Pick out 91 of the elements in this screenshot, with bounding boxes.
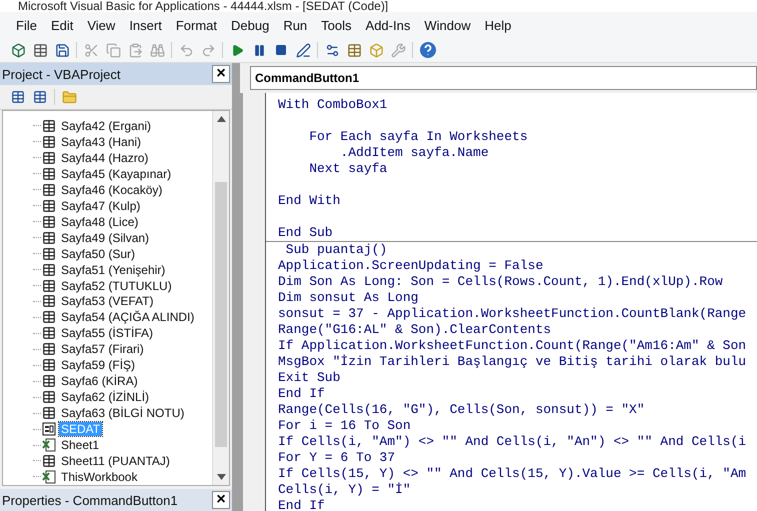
code-line: Range("G16:AL" & Son).ClearContents	[278, 322, 552, 338]
scroll-down-icon[interactable]	[216, 474, 226, 480]
code-line: MsgBox "İzin Tarihleri Başlangıç ve Bitiş tarihi olarak bulu	[278, 354, 748, 370]
code-line: For i = 16 To Son	[278, 418, 412, 434]
panel-title: Properties - CommandButton1	[2, 492, 178, 508]
menu-item[interactable]: Help	[478, 16, 518, 34]
tree-item[interactable]: ThisWorkbook	[59, 470, 140, 484]
sheet-icon	[42, 406, 56, 420]
code-line: Exit Sub	[278, 370, 342, 386]
sheet-icon	[42, 294, 56, 308]
tree-item[interactable]: Sayfa44 (Hazro)	[59, 150, 150, 165]
sheet-icon	[42, 342, 56, 356]
menu-item[interactable]: Tools	[315, 16, 358, 34]
tree-item[interactable]: Sayfa62 (İZİNLİ)	[59, 390, 152, 404]
menu-item[interactable]: Run	[277, 16, 314, 34]
code-line: Sub puantaj()	[284, 242, 388, 258]
code-line: If Application.WorksheetFunction.Count(Range("Am16:Am" & Son	[278, 338, 748, 354]
scrollbar[interactable]	[212, 111, 229, 485]
sheet-icon	[42, 214, 56, 229]
tree-item[interactable]: Sayfa48 (Lice)	[59, 214, 140, 229]
code-line: With ComboBox1	[278, 97, 388, 113]
tree-item[interactable]: Sheet11 (PUANTAJ)	[59, 454, 172, 468]
menu-item[interactable]: Add-Ins	[360, 16, 416, 34]
sheet-icon	[42, 134, 56, 149]
menu-item[interactable]: File	[10, 16, 43, 34]
code-line: End If	[278, 498, 326, 511]
sheet-icon	[42, 310, 56, 324]
tree-item[interactable]: Sayfa53 (VEFAT)	[59, 294, 156, 308]
tree-item[interactable]: Sheet1	[59, 438, 102, 452]
tree-item[interactable]: Sayfa59 (FİŞ)	[59, 358, 138, 372]
tree-item[interactable]: Sayfa46 (Kocaköy)	[59, 182, 164, 197]
code-line: If Cells(i, "Am") <> "" And Cells(i, "An") <> "" And Cells(i	[278, 434, 748, 450]
code-line: sonsut = 37 - Application.WorksheetFunction.CountBlank(Range	[278, 306, 748, 322]
sheet-icon	[42, 198, 56, 213]
code-line: .AddItem sayfa.Name	[339, 145, 490, 161]
sheet-icon	[42, 262, 56, 277]
tree-item[interactable]: Sayfa57 (Firari)	[59, 342, 146, 356]
code-line: End Sub	[278, 225, 334, 241]
sheet-icon	[42, 326, 56, 340]
code-line: For Each sayfa In Worksheets	[308, 129, 529, 145]
tree-item[interactable]: Sayfa52 (TUTUKLU)	[59, 278, 174, 292]
code-line: End With	[278, 193, 342, 209]
tree-item[interactable]: Sayfa63 (BİLGİ NOTU)	[59, 406, 186, 420]
code-line: Application.ScreenUpdating = False	[278, 258, 544, 274]
menu-item[interactable]: Insert	[123, 16, 168, 34]
scroll-up-icon[interactable]	[216, 116, 226, 122]
tree-item[interactable]: Sayfa47 (Kulp)	[59, 198, 142, 213]
menu-item[interactable]: View	[81, 16, 122, 34]
code-editor[interactable]	[266, 93, 757, 511]
sheet-icon	[42, 454, 56, 468]
excel-sheet-icon	[42, 438, 56, 452]
object-dropdown[interactable]: CommandButton1	[250, 66, 757, 90]
code-line: Range(Cells(16, "G"), Cells(Son, sonsut)) = "X"	[278, 402, 646, 418]
sheet-icon	[42, 182, 56, 197]
form-icon	[42, 422, 56, 436]
code-line: Cells(i, Y) = "İ"	[278, 482, 412, 498]
tree-item[interactable]: Sayfa45 (Kayapınar)	[59, 166, 174, 181]
tree-item[interactable]: Sayfa49 (Silvan)	[59, 230, 152, 245]
code-line: Dim sonsut As Long	[278, 290, 420, 306]
tree-item[interactable]: Sayfa50 (Sur)	[59, 246, 138, 261]
sheet-icon	[42, 358, 56, 372]
code-line: Dim Son As Long: Son = Cells(Rows.Count, 1).End(xlUp).Row	[278, 274, 724, 290]
menu-item[interactable]: Format	[170, 16, 223, 34]
window-title: Microsoft Visual Basic for Applications - 44444.xlsm - [SEDAT (Code)]	[0, 0, 757, 12]
code-line: End If	[278, 386, 326, 402]
save-icon[interactable]	[54, 42, 70, 58]
close-button[interactable]: ×	[212, 491, 230, 509]
code-line: Next sayfa	[308, 161, 388, 177]
menu-item[interactable]: Edit	[44, 16, 80, 34]
sheet-icon	[42, 166, 56, 181]
tree-item[interactable]: Sayfa55 (İSTİFA)	[59, 326, 156, 340]
panel-title: Project - VBAProject	[2, 66, 120, 82]
tree-item[interactable]: Sayfa54 (AÇIĞA ALINDI)	[59, 310, 196, 324]
help-icon[interactable]	[419, 41, 437, 59]
tree-item[interactable]: Sayfa51 (Yenişehir)	[59, 262, 168, 277]
sheet-icon	[42, 374, 56, 388]
menu-item[interactable]: Window	[418, 16, 477, 34]
menu-item[interactable]: Debug	[225, 16, 276, 34]
sheet-icon	[42, 278, 56, 292]
sheet-icon	[42, 150, 56, 165]
tree-item[interactable]: Sayfa6 (KİRA)	[59, 374, 140, 388]
code-line: If Cells(15, Y) <> "" And Cells(15, Y).Value >= Cells(i, "Am	[278, 466, 748, 482]
tree-item[interactable]: Sayfa43 (Hani)	[59, 134, 144, 149]
tree-item[interactable]: Sayfa42 (Ergani)	[59, 118, 154, 133]
sheet-icon	[42, 390, 56, 404]
code-line: For Y = 6 To 37	[278, 450, 396, 466]
stop-icon[interactable]	[273, 42, 289, 58]
close-button[interactable]: ×	[212, 65, 230, 83]
sheet-icon	[42, 118, 56, 133]
sheet-icon	[42, 230, 56, 245]
sheet-icon	[42, 246, 56, 261]
